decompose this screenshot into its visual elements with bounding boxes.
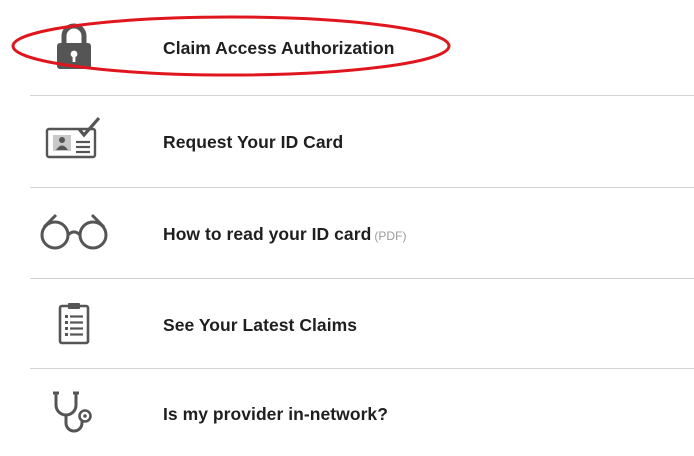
menu-item-request-id-card[interactable]: Request Your ID Card (0, 96, 694, 186)
lock-icon (36, 16, 112, 76)
stethoscope-icon (36, 381, 112, 441)
menu-item-provider-in-network[interactable]: Is my provider in-network? (0, 369, 694, 456)
menu-item-label: Is my provider in-network? (163, 404, 388, 424)
clipboard-list-icon (36, 293, 112, 353)
menu-item-latest-claims[interactable]: See Your Latest Claims (0, 279, 694, 369)
menu-item-label: How to read your ID card (PDF) (163, 224, 407, 244)
page: Claim Access Authorization Request Your … (0, 0, 694, 456)
menu-item-label: Claim Access Authorization (163, 38, 395, 58)
menu-item-how-to-read-id-card[interactable]: How to read your ID card (PDF) (0, 188, 694, 278)
pdf-tag: (PDF) (374, 229, 407, 243)
id-card-check-icon (36, 108, 112, 168)
menu-item-label: See Your Latest Claims (163, 315, 358, 335)
glasses-icon (36, 200, 112, 260)
menu-item-claim-access-authorization[interactable]: Claim Access Authorization (0, 0, 694, 90)
menu-item-label: Request Your ID Card (163, 132, 344, 152)
